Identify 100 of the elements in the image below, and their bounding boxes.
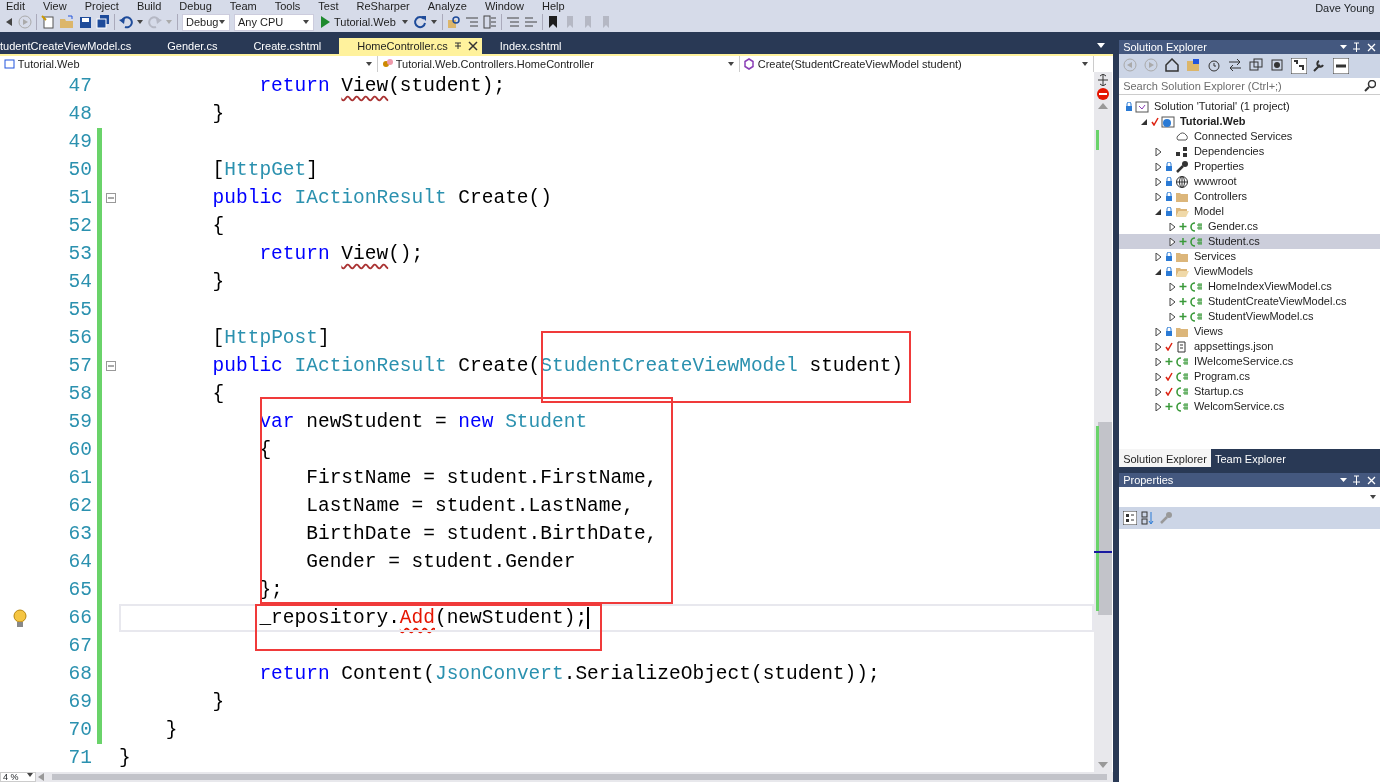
- tree-item[interactable]: IWelcomeService.cs: [1119, 354, 1380, 369]
- undo-icon[interactable]: [119, 15, 133, 29]
- file-tab[interactable]: Create.cshtml: [235, 38, 340, 54]
- zoom-dropdown[interactable]: 4 %: [0, 772, 36, 782]
- play-icon[interactable]: [320, 16, 330, 28]
- tree-item[interactable]: StudentCreateViewModel.cs: [1119, 294, 1380, 309]
- menu-item[interactable]: Analyze: [427, 0, 467, 12]
- tree-item[interactable]: Solution 'Tutorial' (1 project): [1119, 99, 1380, 114]
- refresh-icon[interactable]: [412, 15, 427, 29]
- caret-icon[interactable]: [728, 61, 735, 67]
- pin-icon[interactable]: [452, 41, 463, 51]
- tree-item[interactable]: Connected Services: [1119, 129, 1380, 144]
- tree-item[interactable]: Program.cs: [1119, 369, 1380, 384]
- search-field[interactable]: Search Solution Explorer (Ctrl+;): [1119, 78, 1380, 95]
- collapsed-arrow-icon[interactable]: [1154, 342, 1162, 351]
- caret-icon[interactable]: [401, 19, 409, 25]
- menu-item[interactable]: Project: [84, 0, 119, 12]
- menu-item[interactable]: ReSharper: [356, 0, 410, 12]
- collapsed-arrow-icon[interactable]: [1154, 147, 1162, 156]
- menu-item[interactable]: Window: [484, 0, 524, 12]
- caret-icon[interactable]: [430, 19, 438, 25]
- collapsed-arrow-icon[interactable]: [1154, 162, 1162, 171]
- lightbulb-icon[interactable]: [12, 608, 28, 628]
- expanded-arrow-icon[interactable]: [1155, 268, 1162, 275]
- sort-alphabetical-icon[interactable]: [1141, 511, 1156, 525]
- caret-icon[interactable]: [137, 19, 144, 25]
- expanded-arrow-icon[interactable]: [1141, 118, 1148, 125]
- split-icon[interactable]: [1097, 74, 1109, 86]
- save-all-icon[interactable]: [96, 15, 110, 29]
- panel-tab[interactable]: Team Explorer: [1210, 449, 1290, 467]
- categorized-icon[interactable]: [1123, 511, 1138, 525]
- bookmark-icon[interactable]: [546, 15, 559, 29]
- tree-item[interactable]: wwwroot: [1119, 174, 1380, 189]
- tree-item[interactable]: Tutorial.Web: [1119, 114, 1380, 129]
- user-name[interactable]: Dave Young: [1315, 0, 1375, 17]
- tree-item[interactable]: Student.cs: [1119, 234, 1380, 249]
- caret-icon[interactable]: [303, 19, 310, 25]
- pending-changes-icon[interactable]: [1291, 58, 1308, 74]
- close-icon[interactable]: [467, 41, 478, 51]
- collapsed-arrow-icon[interactable]: [1154, 327, 1162, 336]
- collapsed-arrow-icon[interactable]: [1168, 222, 1176, 231]
- collapsed-arrow-icon[interactable]: [1154, 252, 1162, 261]
- file-tab[interactable]: HomeController.cs: [339, 38, 482, 54]
- dropdown-icon[interactable]: [1340, 45, 1347, 49]
- collapse-icon[interactable]: [105, 193, 116, 203]
- navigate-back-icon[interactable]: [4, 17, 14, 27]
- pin-icon[interactable]: [1352, 475, 1362, 485]
- caret-icon[interactable]: [366, 61, 373, 67]
- menu-item[interactable]: Test: [318, 0, 339, 12]
- tree-item[interactable]: appsettings.json: [1119, 339, 1380, 354]
- configuration-dropdown[interactable]: Debug: [182, 13, 230, 31]
- tree-item[interactable]: Gender.cs: [1119, 219, 1380, 234]
- tree-item[interactable]: Startup.cs: [1119, 384, 1380, 399]
- expanded-arrow-icon[interactable]: [1155, 208, 1162, 215]
- caret-icon[interactable]: [1370, 494, 1377, 500]
- tree-item[interactable]: Services: [1119, 249, 1380, 264]
- file-tab[interactable]: tudentCreateViewModel.cs: [0, 38, 150, 54]
- menu-item[interactable]: Build: [136, 0, 162, 12]
- collapsed-arrow-icon[interactable]: [1168, 282, 1176, 291]
- menu-item[interactable]: Tools: [274, 0, 301, 12]
- collapsed-arrow-icon[interactable]: [1168, 297, 1176, 306]
- collapsed-arrow-icon[interactable]: [1154, 357, 1162, 366]
- panel-tab[interactable]: Solution Explorer: [1119, 449, 1211, 467]
- pin-icon[interactable]: [1352, 42, 1362, 52]
- tree-item[interactable]: StudentViewModel.cs: [1119, 309, 1380, 324]
- tree-item[interactable]: Views: [1119, 324, 1380, 339]
- file-tab[interactable]: Index.cshtml: [481, 38, 580, 54]
- new-item-icon[interactable]: [41, 15, 55, 29]
- collapsed-arrow-icon[interactable]: [1154, 177, 1162, 186]
- tree-item[interactable]: WelcomService.cs: [1119, 399, 1380, 414]
- collapse-icon[interactable]: [105, 361, 116, 371]
- tree-item[interactable]: Controllers: [1119, 189, 1380, 204]
- file-tab[interactable]: Gender.cs: [149, 38, 236, 54]
- tree-item[interactable]: Model: [1119, 204, 1380, 219]
- menu-item[interactable]: Team: [229, 0, 257, 12]
- find-icon[interactable]: [446, 15, 461, 29]
- tree-item[interactable]: Dependencies: [1119, 144, 1380, 159]
- collapsed-arrow-icon[interactable]: [1154, 372, 1162, 381]
- collapsed-arrow-icon[interactable]: [1168, 237, 1176, 246]
- caret-icon[interactable]: [1082, 61, 1089, 67]
- tab-overflow-icon[interactable]: [1097, 43, 1106, 48]
- save-icon[interactable]: [79, 15, 92, 29]
- tree-item[interactable]: ViewModels: [1119, 264, 1380, 279]
- tree-item[interactable]: HomeIndexViewModel.cs: [1119, 279, 1380, 294]
- collapsed-arrow-icon[interactable]: [1168, 312, 1176, 321]
- scrollbar[interactable]: [1094, 72, 1112, 772]
- menu-item[interactable]: Edit: [6, 0, 25, 12]
- search-icon[interactable]: [1364, 80, 1376, 92]
- collapse-all-icon[interactable]: [1249, 58, 1266, 74]
- caret-icon[interactable]: [219, 19, 226, 25]
- menu-item[interactable]: View: [42, 0, 67, 12]
- menu-item[interactable]: Debug: [179, 0, 212, 12]
- collapsed-arrow-icon[interactable]: [1154, 387, 1162, 396]
- collapsed-arrow-icon[interactable]: [1154, 402, 1162, 411]
- start-button[interactable]: Tutorial.Web: [318, 13, 398, 31]
- dropdown-icon[interactable]: [1340, 478, 1347, 482]
- menu-item[interactable]: Help: [542, 0, 565, 12]
- tree-item[interactable]: Properties: [1119, 159, 1380, 174]
- preview-icon[interactable]: [1333, 58, 1350, 74]
- home-icon[interactable]: [1165, 58, 1182, 74]
